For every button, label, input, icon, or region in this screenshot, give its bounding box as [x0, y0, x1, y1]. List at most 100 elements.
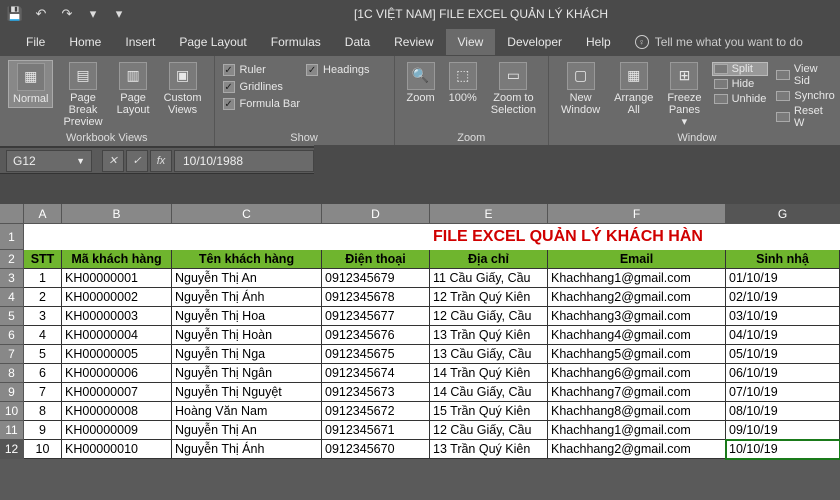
enter-button[interactable]: ✓ [126, 150, 148, 172]
hdr-ten[interactable]: Tên khách hàng [172, 250, 322, 269]
zoom-100-button[interactable]: ⬚100% [445, 60, 481, 106]
cell-ten[interactable]: Nguyễn Thị Nga [172, 345, 322, 364]
cell-ma[interactable]: KH00000004 [62, 326, 172, 345]
cell-dc[interactable]: 12 Trần Quý Kiên [430, 288, 548, 307]
cell-dt[interactable]: 0912345675 [322, 345, 430, 364]
cell-ma[interactable]: KH00000010 [62, 440, 172, 459]
tab-help[interactable]: Help [574, 29, 623, 55]
row-header[interactable]: 7 [0, 345, 24, 364]
tab-insert[interactable]: Insert [113, 29, 167, 55]
cell-ma[interactable]: KH00000001 [62, 269, 172, 288]
cell-dc[interactable]: 12 Cầu Giấy, Cầu [430, 421, 548, 440]
gridlines-checkbox[interactable]: ✓Gridlines [223, 80, 301, 94]
row-header[interactable]: 2 [0, 250, 24, 269]
tab-page-layout[interactable]: Page Layout [167, 29, 258, 55]
tell-me-search[interactable]: ♀ Tell me what you want to do [635, 35, 803, 49]
cell-dt[interactable]: 0912345673 [322, 383, 430, 402]
cell-ten[interactable]: Nguyễn Thị Ngân [172, 364, 322, 383]
col-header-F[interactable]: F [548, 204, 726, 224]
ruler-checkbox[interactable]: ✓Ruler [223, 63, 301, 77]
cell-ma[interactable]: KH00000007 [62, 383, 172, 402]
cell-dc[interactable]: 11 Cầu Giấy, Cầu [430, 269, 548, 288]
cell-sn[interactable]: 04/10/19 [726, 326, 840, 345]
cell-dt[interactable]: 0912345679 [322, 269, 430, 288]
cell-dc[interactable]: 13 Cầu Giấy, Cầu [430, 345, 548, 364]
cell-dc[interactable]: 12 Cầu Giấy, Cầu [430, 307, 548, 326]
cell-ten[interactable]: Nguyễn Thị An [172, 269, 322, 288]
cell-ten[interactable]: Nguyễn Thị Ánh [172, 440, 322, 459]
cell-stt[interactable]: 1 [24, 269, 62, 288]
tab-view[interactable]: View [446, 29, 496, 55]
arrange-all-button[interactable]: ▦ArrangeAll [610, 60, 657, 118]
col-header-B[interactable]: B [62, 204, 172, 224]
cell[interactable] [24, 224, 62, 250]
formula-bar-checkbox[interactable]: ✓Formula Bar [223, 97, 301, 111]
row-header[interactable]: 5 [0, 307, 24, 326]
name-box-dropdown-icon[interactable]: ▼ [76, 156, 85, 166]
cell-dt[interactable]: 0912345677 [322, 307, 430, 326]
cell-dt[interactable]: 0912345676 [322, 326, 430, 345]
row-header[interactable]: 6 [0, 326, 24, 345]
cell-ten[interactable]: Hoàng Văn Nam [172, 402, 322, 421]
col-header-G[interactable]: G [726, 204, 840, 224]
tab-review[interactable]: Review [382, 29, 445, 55]
split-button[interactable]: Split [712, 62, 769, 76]
customize-qat-icon[interactable]: ▾ [84, 5, 102, 23]
name-box[interactable]: G12▼ [6, 150, 92, 172]
cell-stt[interactable]: 5 [24, 345, 62, 364]
cell-dc[interactable]: 14 Trần Quý Kiên [430, 364, 548, 383]
hdr-sn[interactable]: Sinh nhậ [726, 250, 840, 269]
col-header-E[interactable]: E [430, 204, 548, 224]
cell-stt[interactable]: 3 [24, 307, 62, 326]
tab-formulas[interactable]: Formulas [259, 29, 333, 55]
cell-stt[interactable]: 7 [24, 383, 62, 402]
cell-ten[interactable]: Nguyễn Thị Hoàn [172, 326, 322, 345]
formula-input[interactable]: 10/10/1988 [174, 150, 314, 172]
cell-ma[interactable]: KH00000005 [62, 345, 172, 364]
tab-file[interactable]: File [14, 29, 57, 55]
synchro-button[interactable]: Synchro [774, 89, 836, 103]
cell-sn[interactable]: 03/10/19 [726, 307, 840, 326]
qat-more-icon[interactable]: ▾ [110, 5, 128, 23]
cell-sn[interactable]: 05/10/19 [726, 345, 840, 364]
cell-stt[interactable]: 8 [24, 402, 62, 421]
cell-ma[interactable]: KH00000002 [62, 288, 172, 307]
unhide-button[interactable]: Unhide [712, 92, 769, 106]
cell[interactable] [62, 224, 172, 250]
cell-sn[interactable]: 01/10/19 [726, 269, 840, 288]
page-layout-button[interactable]: ▥PageLayout [113, 60, 154, 118]
tab-home[interactable]: Home [57, 29, 113, 55]
cell-dt[interactable]: 0912345670 [322, 440, 430, 459]
cell-email[interactable]: Khachhang8@gmail.com [548, 402, 726, 421]
cell-dc[interactable]: 15 Trần Quý Kiên [430, 402, 548, 421]
cell-email[interactable]: Khachhang7@gmail.com [548, 383, 726, 402]
cell-email[interactable]: Khachhang2@gmail.com [548, 440, 726, 459]
cell-email[interactable]: Khachhang2@gmail.com [548, 288, 726, 307]
hide-button[interactable]: Hide [712, 77, 769, 91]
row-header[interactable]: 3 [0, 269, 24, 288]
cell-ma[interactable]: KH00000006 [62, 364, 172, 383]
cell[interactable] [172, 224, 322, 250]
hdr-ma[interactable]: Mã khách hàng [62, 250, 172, 269]
cell-email[interactable]: Khachhang3@gmail.com [548, 307, 726, 326]
cell-sn[interactable]: 07/10/19 [726, 383, 840, 402]
cell-email[interactable]: Khachhang6@gmail.com [548, 364, 726, 383]
cell-sn[interactable]: 09/10/19 [726, 421, 840, 440]
cell-ma[interactable]: KH00000009 [62, 421, 172, 440]
cancel-button[interactable]: ✕ [102, 150, 124, 172]
undo-icon[interactable]: ↶ [32, 5, 50, 23]
cell-stt[interactable]: 4 [24, 326, 62, 345]
sheet-title[interactable]: FILE EXCEL QUẢN LÝ KHÁCH HÀN [430, 224, 840, 250]
hdr-email[interactable]: Email [548, 250, 726, 269]
row-header[interactable]: 8 [0, 364, 24, 383]
cell-stt[interactable]: 10 [24, 440, 62, 459]
cell-stt[interactable]: 9 [24, 421, 62, 440]
cell-stt[interactable]: 2 [24, 288, 62, 307]
cell-email[interactable]: Khachhang1@gmail.com [548, 269, 726, 288]
hdr-stt[interactable]: STT [24, 250, 62, 269]
cell-email[interactable]: Khachhang4@gmail.com [548, 326, 726, 345]
col-header-A[interactable]: A [24, 204, 62, 224]
tab-data[interactable]: Data [333, 29, 382, 55]
hdr-dc[interactable]: Địa chỉ [430, 250, 548, 269]
cell-dt[interactable]: 0912345674 [322, 364, 430, 383]
